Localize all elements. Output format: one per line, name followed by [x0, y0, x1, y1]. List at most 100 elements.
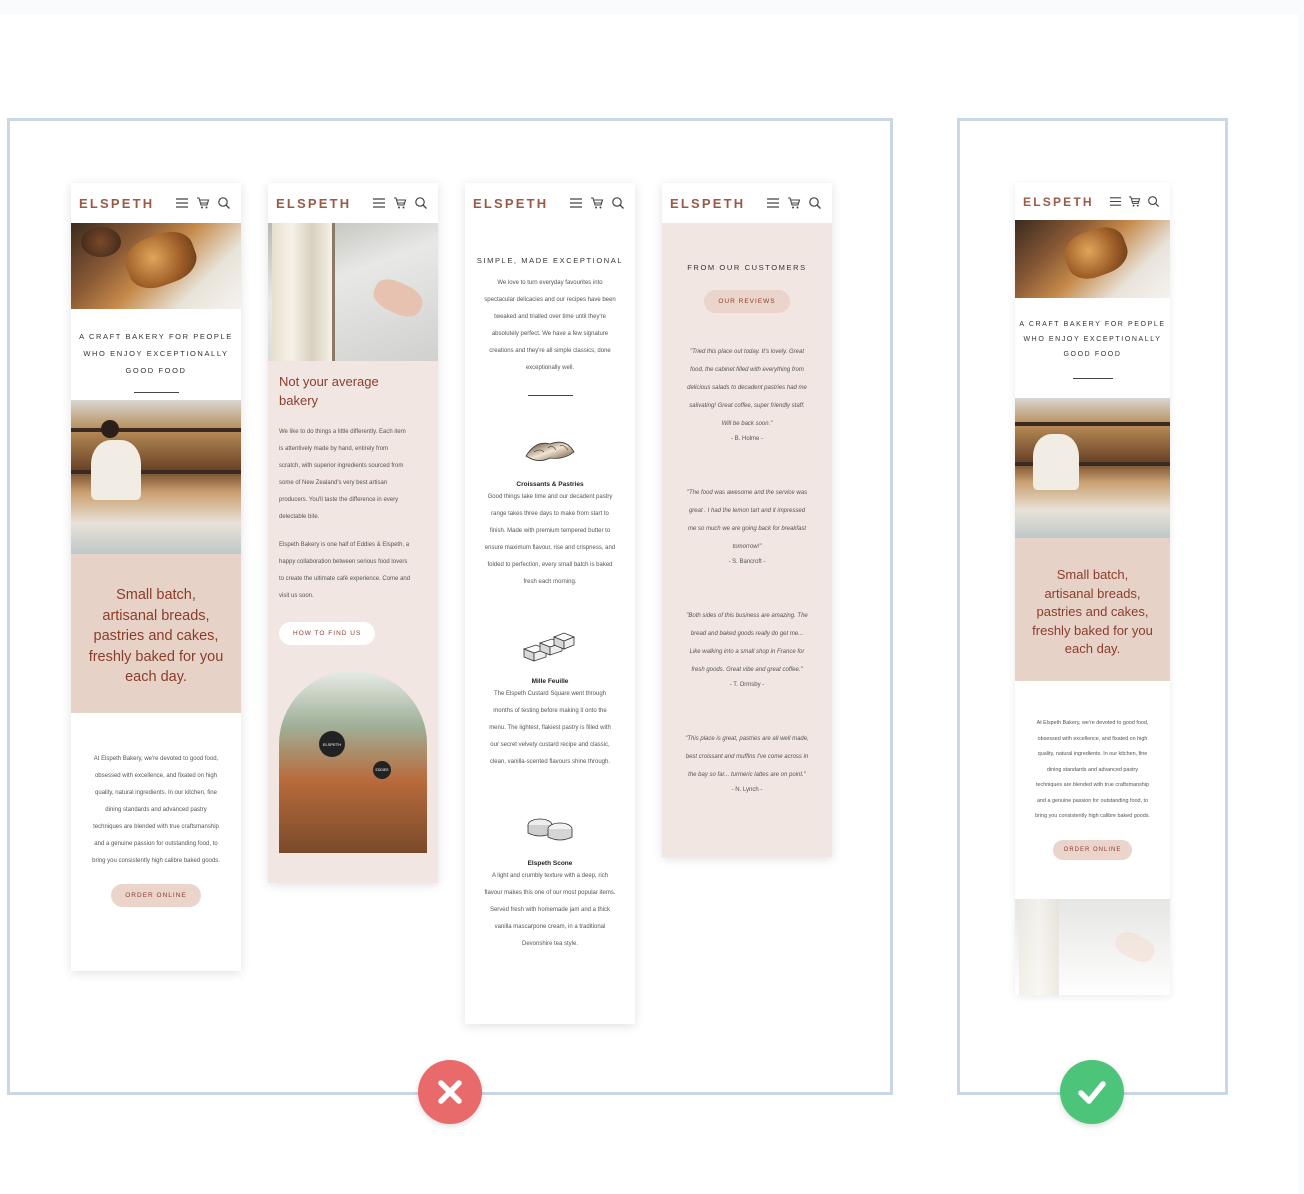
about-text-block: At Elspeth Bakery, we're devoted to good…: [71, 713, 241, 907]
hero-text-block: Small batch, artisanal breads, pastries …: [71, 554, 241, 713]
divider: [1072, 378, 1113, 379]
croissant-icon: [525, 441, 575, 461]
brand-logo[interactable]: ELSPETH: [473, 196, 569, 211]
cart-icon[interactable]: [393, 196, 407, 210]
section-heading: SIMPLE, MADE EXCEPTIONAL: [476, 256, 624, 265]
menu-icon[interactable]: [569, 196, 583, 210]
body-line: obsessed with excellence, and fixated on…: [1037, 735, 1148, 742]
body-line: delectable bite.: [279, 514, 320, 520]
body-line: menu. The lightest, flakiest pastry is f…: [489, 725, 611, 731]
scone-icon: [527, 818, 573, 841]
order-online-button[interactable]: ORDER ONLINE: [111, 884, 201, 907]
hero-text-line: pastries and cakes,: [1036, 604, 1149, 619]
body-line: and a genuine passion for outstanding fo…: [1037, 797, 1148, 804]
hero-text-line: Small batch,: [1056, 567, 1129, 582]
review-author: - N. Lynch -: [731, 787, 763, 793]
product-title: Elspeth Scone: [527, 860, 573, 867]
body-line: spectacular delicacies and our recipes h…: [484, 297, 616, 303]
body-line: exceptionally well.: [525, 365, 575, 371]
bakery-shelf-photo: [1015, 398, 1170, 538]
body-line: A light and crumbly texture with a deep,…: [491, 873, 609, 879]
review-line: "Both sides of this business are amazing…: [686, 613, 808, 619]
body-line: Elspeth Bakery is one half of Eddies & E…: [279, 542, 410, 548]
menu-icon[interactable]: [1109, 195, 1122, 208]
menu-icon[interactable]: [175, 196, 189, 210]
review-item: "Both sides of this business are amazing…: [662, 607, 832, 691]
body-line: quality, natural ingredients. In our kit…: [1037, 751, 1148, 757]
our-reviews-button[interactable]: OUR REVIEWS: [704, 290, 790, 313]
cart-icon[interactable]: [1128, 195, 1141, 208]
body-line: happy collaboration between serious food…: [279, 559, 408, 565]
body-line: ensure maximum flavour, rise and crispne…: [484, 545, 616, 551]
mille-feuille-icon: [522, 632, 576, 662]
body-line: absolutely perfect. We have a few signat…: [491, 331, 609, 337]
search-icon[interactable]: [414, 196, 428, 210]
dough-photo-faded: [1015, 899, 1170, 995]
product-title: Mille Feuille: [531, 678, 569, 685]
body-line: folded to perfection, every small batch …: [487, 562, 613, 568]
review-line: "This place is great, pastries are all w…: [685, 736, 809, 742]
dough-photo: [268, 223, 438, 361]
body-line: We like to do things a little differentl…: [279, 429, 406, 435]
review-line: delicious salads to decadent pastries ha…: [687, 385, 807, 391]
search-icon[interactable]: [217, 196, 231, 210]
mobile-screen-products: ELSPETH SIMPLE, MADE EXCEPTIONAL We love…: [465, 183, 635, 1024]
body-line: scratch, with superior ingredients sourc…: [279, 463, 404, 469]
review-line: great . I had the lemon tart and it impr…: [688, 508, 806, 514]
brand-logo[interactable]: ELSPETH: [1023, 195, 1109, 209]
tagline-block: A CRAFT BAKERY FOR PEOPLE WHO ENJOY EXCE…: [1015, 298, 1170, 398]
search-icon[interactable]: [1147, 195, 1160, 208]
about-paragraph: Elspeth Bakery is one half of Eddies & E…: [279, 537, 427, 605]
review-line: Like walking into a small shop in France…: [689, 649, 805, 655]
body-line: visit us soon.: [279, 593, 314, 599]
section-heading: Not your average bakery: [279, 372, 427, 410]
review-author: - B. Holme -: [730, 436, 763, 442]
hero-text-line: each day.: [125, 669, 187, 685]
how-to-find-us-button[interactable]: HOW TO FIND US: [279, 622, 376, 645]
cart-icon[interactable]: [196, 196, 210, 210]
body-line: to create the ultimate café experience. …: [279, 576, 411, 582]
review-line: food, the cabinet filled with everything…: [690, 367, 804, 373]
shopfront-arch-photo: ELSPETH EDDIES: [279, 671, 427, 853]
menu-icon[interactable]: [372, 196, 386, 210]
pastry-photo: [71, 223, 241, 309]
body-line: range takes three days to make from star…: [491, 511, 609, 517]
reviews-section: FROM OUR CUSTOMERS OUR REVIEWS "Tried th…: [662, 223, 832, 796]
pastry-photo: [1015, 220, 1170, 298]
review-line: fresh goods. Great vibe and great coffee…: [691, 667, 803, 673]
body-line: bring you consistently high calibre bake…: [92, 858, 220, 864]
order-online-button[interactable]: ORDER ONLINE: [1052, 839, 1133, 860]
shop-sign: ELSPETH: [319, 731, 345, 757]
product-item: Mille Feuille The Elspeth Custard Square…: [465, 627, 635, 771]
brand-logo[interactable]: ELSPETH: [79, 196, 175, 211]
cart-icon[interactable]: [590, 196, 604, 210]
section-heading: FROM OUR CUSTOMERS: [687, 263, 807, 272]
menu-icon[interactable]: [766, 196, 780, 210]
site-header: ELSPETH: [1015, 183, 1170, 220]
hero-text-line: each day.: [1064, 641, 1121, 656]
body-line: At Elspeth Bakery, we're devoted to good…: [93, 756, 219, 762]
site-header: ELSPETH: [662, 183, 832, 223]
cart-icon[interactable]: [787, 196, 801, 210]
body-line: months of testing before making it onto …: [493, 708, 607, 714]
hero-text-line: freshly baked for you: [88, 648, 224, 665]
tagline-line: WHO ENJOY EXCEPTIONALLY: [1023, 336, 1162, 343]
search-icon[interactable]: [808, 196, 822, 210]
product-item: Elspeth Scone A light and crumbly textur…: [465, 809, 635, 953]
site-header: ELSPETH: [268, 183, 438, 223]
body-line: bring you consistently high calibre bake…: [1035, 813, 1150, 819]
body-line: Devonshire tea style.: [521, 941, 579, 947]
brand-logo[interactable]: ELSPETH: [276, 196, 372, 211]
body-line: is attentively made by hand, entirely fr…: [279, 446, 389, 452]
divider: [133, 392, 179, 393]
search-icon[interactable]: [611, 196, 625, 210]
review-line: tomorrow!": [732, 544, 762, 550]
mobile-screen-about: ELSPETH Not your average bakery We like …: [268, 183, 438, 883]
mobile-screen-home-improved: ELSPETH A CRAFT BAKERY FOR PEOPLE WHO EN…: [1015, 183, 1170, 995]
body-line: At Elspeth Bakery, we're devoted to good…: [1036, 720, 1149, 726]
body-line: techniques are blended with true craftsm…: [93, 824, 219, 830]
review-line: salivating! Great coffee, super friendly…: [689, 403, 805, 409]
intro-block: SIMPLE, MADE EXCEPTIONAL We love to turn…: [465, 223, 635, 396]
about-text-block: At Elspeth Bakery, we're devoted to good…: [1015, 681, 1170, 860]
brand-logo[interactable]: ELSPETH: [670, 196, 766, 211]
